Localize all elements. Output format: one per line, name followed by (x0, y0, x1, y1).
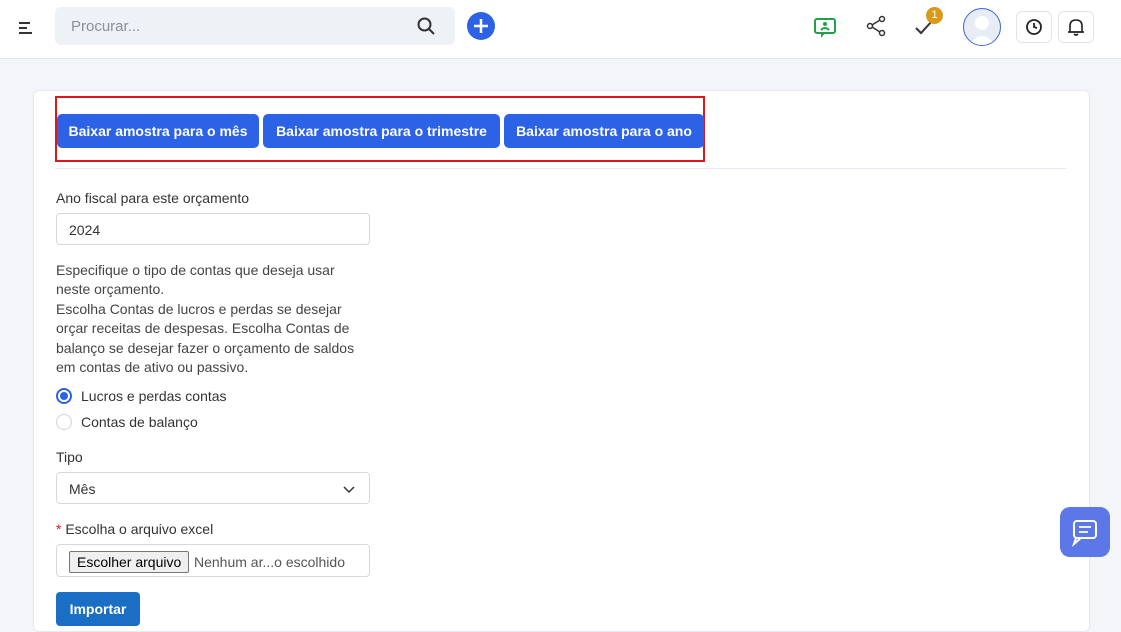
add-button[interactable] (467, 12, 495, 40)
search-input[interactable] (55, 7, 411, 45)
download-month-sample-button[interactable]: Baixar amostra para o mês (57, 114, 259, 148)
description-line: Escolha Contas de lucros e perdas se des… (56, 300, 342, 317)
share-icon[interactable] (864, 14, 888, 38)
radio-balance[interactable] (56, 414, 72, 430)
download-quarter-sample-button[interactable]: Baixar amostra para o trimestre (263, 114, 500, 148)
file-label: * Escolha o arquivo excel (56, 521, 213, 537)
clock-icon (1026, 19, 1042, 35)
top-bar: 1 (0, 0, 1121, 59)
menu-icon[interactable] (18, 20, 34, 36)
plus-icon (474, 19, 488, 33)
radio-profit-loss-label[interactable]: Lucros e perdas contas (81, 388, 227, 404)
bell-icon (1068, 19, 1084, 36)
message-icon (1071, 520, 1097, 548)
divider (55, 168, 1066, 169)
description-line: neste orçamento. (56, 281, 165, 298)
download-year-sample-button[interactable]: Baixar amostra para o ano (504, 114, 704, 148)
chat-button[interactable] (1060, 507, 1110, 557)
user-avatar-icon (969, 16, 995, 45)
type-label: Tipo (56, 449, 83, 465)
fiscal-year-label: Ano fiscal para este orçamento (56, 190, 249, 206)
type-select[interactable]: Mês (56, 472, 370, 504)
description-line: orçar receitas de despesas. Escolha Cont… (56, 320, 350, 337)
search-box (55, 7, 455, 45)
notifications-button[interactable] (1058, 11, 1094, 43)
chat-presentation-icon[interactable] (813, 16, 837, 40)
radio-profit-loss[interactable] (56, 388, 72, 404)
type-selected-value: Mês (69, 481, 96, 497)
choose-file-button[interactable]: Escolher arquivo (69, 551, 190, 573)
file-input[interactable]: Escolher arquivo Nenhum ar...o escolhido (56, 544, 370, 577)
avatar[interactable] (963, 8, 1001, 46)
notification-badge: 1 (926, 7, 943, 24)
import-button[interactable]: Importar (56, 592, 140, 626)
history-button[interactable] (1016, 11, 1052, 43)
fiscal-year-value: 2024 (69, 222, 101, 238)
file-label-text: Escolha o arquivo excel (65, 521, 214, 537)
chevron-down-icon (343, 486, 355, 494)
file-status-text: Nenhum ar...o escolhido (194, 554, 345, 570)
search-icon[interactable] (417, 17, 435, 35)
account-type-description: Especifique o tipo de contas que deseja … (56, 261, 376, 377)
radio-balance-label[interactable]: Contas de balanço (81, 414, 198, 430)
fiscal-year-input[interactable]: 2024 (56, 213, 370, 245)
description-line: em contas de ativo ou passivo. (56, 359, 249, 376)
description-line: balanço se desejar fazer o orçamento de … (56, 339, 355, 356)
description-line: Especifique o tipo de contas que deseja … (56, 262, 335, 278)
required-mark: * (56, 521, 62, 537)
